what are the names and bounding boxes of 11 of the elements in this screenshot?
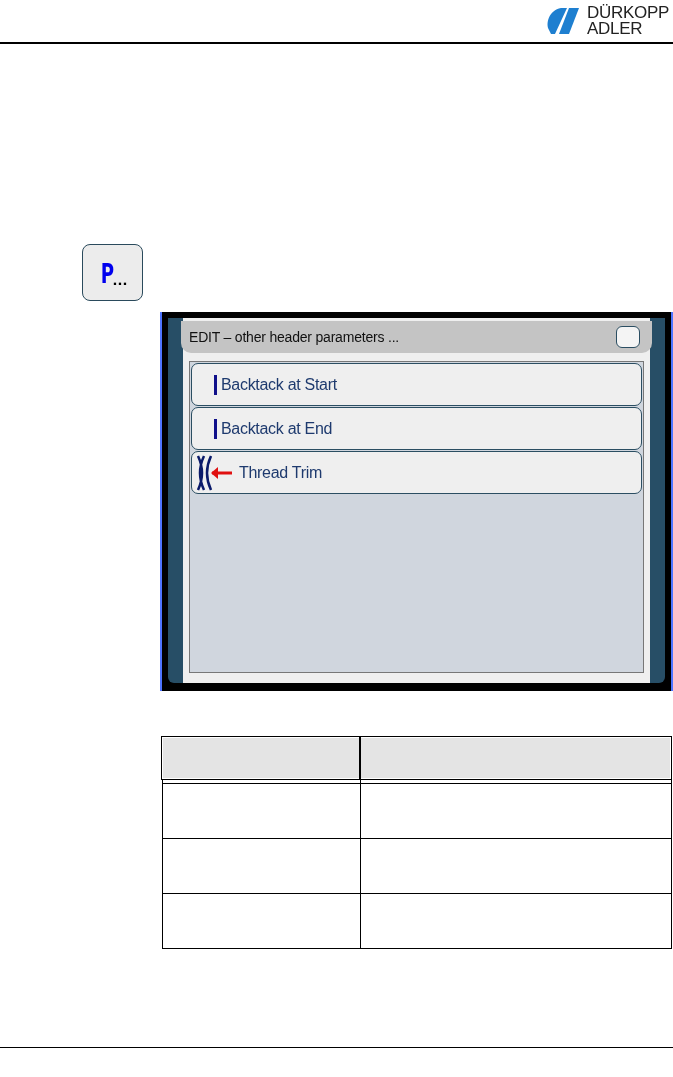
parameter-button[interactable]: P... <box>82 244 143 301</box>
logo-icon <box>545 6 581 36</box>
parameter-item[interactable]: Backtack at End <box>191 407 642 450</box>
parameter-item[interactable]: Backtack at Start <box>191 363 642 406</box>
bar-icon <box>214 374 218 395</box>
checkbox[interactable] <box>616 326 640 348</box>
logo-text: DÜRKOPP <box>587 5 669 21</box>
screen-title: EDIT – other header parameters ... <box>189 329 400 345</box>
logo-text: ADLER <box>587 21 644 37</box>
bar-icon <box>214 418 218 439</box>
parameter-item[interactable]: Thread Trim <box>191 451 642 494</box>
